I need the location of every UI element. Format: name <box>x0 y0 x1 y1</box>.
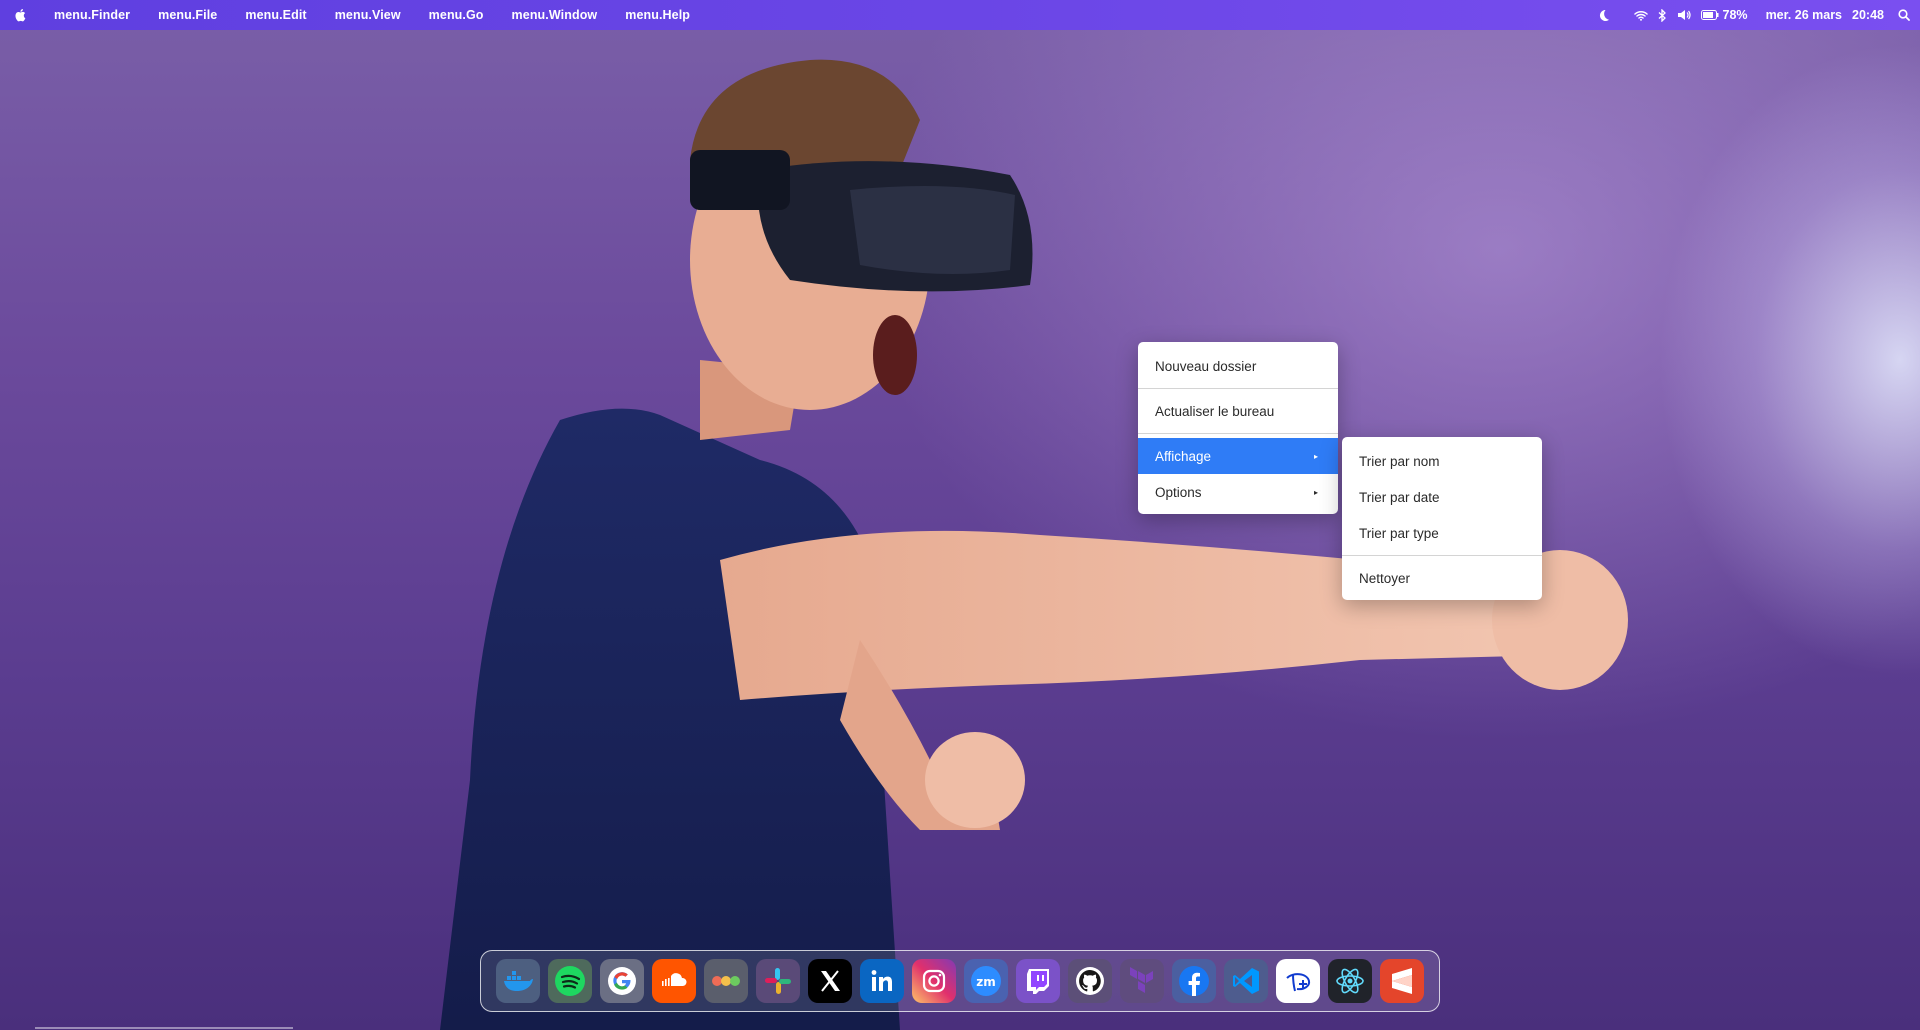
date-display[interactable]: mer. 26 mars <box>1766 8 1842 22</box>
linkedin-icon[interactable] <box>860 959 904 1003</box>
battery-percent: 78% <box>1722 8 1748 22</box>
twitch-icon[interactable] <box>1016 959 1060 1003</box>
google-icon[interactable] <box>600 959 644 1003</box>
menu-separator <box>1138 388 1338 389</box>
menu-display[interactable]: Affichage ▸ <box>1138 438 1338 474</box>
scroll-indicator <box>35 1027 293 1029</box>
menu-go[interactable]: menu.Go <box>415 8 498 22</box>
menu-refresh-desktop[interactable]: Actualiser le bureau <box>1138 393 1338 429</box>
menu-item-label: Trier par date <box>1359 489 1440 505</box>
bluetooth-icon[interactable] <box>1658 8 1667 22</box>
menu-bar: menu.Finder menu.File menu.Edit menu.Vie… <box>0 0 1920 30</box>
vscode-icon[interactable] <box>1224 959 1268 1003</box>
menu-item-label: Affichage <box>1155 448 1212 464</box>
docker-icon[interactable] <box>496 959 540 1003</box>
display-submenu: Trier par nom Trier par date Trier par t… <box>1342 437 1542 600</box>
spotify-icon[interactable] <box>548 959 592 1003</box>
search-icon[interactable] <box>1898 9 1910 21</box>
menu-item-label: Actualiser le bureau <box>1155 403 1275 419</box>
sublime-icon[interactable] <box>1380 959 1424 1003</box>
instagram-icon[interactable] <box>912 959 956 1003</box>
menu-window[interactable]: menu.Window <box>498 8 612 22</box>
dock: zm <box>480 950 1440 1012</box>
menu-separator <box>1342 555 1542 556</box>
menu-finder[interactable]: menu.Finder <box>40 8 144 22</box>
facebook-icon[interactable] <box>1172 959 1216 1003</box>
submenu-arrow-icon: ▸ <box>1313 487 1318 497</box>
status-area: 78% mer. 26 mars 20:48 <box>1597 0 1910 30</box>
soundcloud-icon[interactable] <box>652 959 696 1003</box>
menu-sort-by-type[interactable]: Trier par type <box>1342 515 1542 551</box>
menu-item-label: Trier par type <box>1359 525 1439 541</box>
menu-view[interactable]: menu.View <box>321 8 415 22</box>
react-icon[interactable] <box>1328 959 1372 1003</box>
zoom-icon[interactable]: zm <box>964 959 1008 1003</box>
moon-icon[interactable] <box>1597 9 1610 22</box>
battery-icon[interactable] <box>1700 10 1719 20</box>
menu-sort-by-date[interactable]: Trier par date <box>1342 479 1542 515</box>
svg-text:zm: zm <box>976 975 996 989</box>
menu-file[interactable]: menu.File <box>144 8 231 22</box>
slack-icon[interactable] <box>756 959 800 1003</box>
terraform-icon[interactable] <box>1120 959 1164 1003</box>
wifi-icon[interactable] <box>1633 10 1648 21</box>
menu-clean-up[interactable]: Nettoyer <box>1342 560 1542 596</box>
menu-item-label: Nettoyer <box>1359 570 1411 586</box>
menu-new-folder[interactable]: Nouveau dossier <box>1138 348 1338 384</box>
teams-dots-icon[interactable] <box>704 959 748 1003</box>
menu-edit[interactable]: menu.Edit <box>231 8 320 22</box>
menu-separator <box>1138 433 1338 434</box>
volume-icon[interactable] <box>1677 9 1691 21</box>
menu-item-label: Nouveau dossier <box>1155 358 1257 374</box>
menu-options[interactable]: Options ▸ <box>1138 474 1338 510</box>
apple-icon[interactable] <box>0 8 40 22</box>
clock-display[interactable]: 20:48 <box>1852 8 1884 22</box>
menu-sort-by-name[interactable]: Trier par nom <box>1342 443 1542 479</box>
menu-item-label: Trier par nom <box>1359 453 1440 469</box>
x-icon[interactable] <box>808 959 852 1003</box>
desktop-context-menu: Nouveau dossier Actualiser le bureau Aff… <box>1138 342 1338 514</box>
menu-item-label: Options <box>1155 484 1202 500</box>
submenu-arrow-icon: ▸ <box>1313 451 1318 461</box>
desktop-wallpaper <box>440 59 1628 1030</box>
menu-help[interactable]: menu.Help <box>611 8 704 22</box>
github-icon[interactable] <box>1068 959 1112 1003</box>
disney-plus-icon[interactable] <box>1276 959 1320 1003</box>
